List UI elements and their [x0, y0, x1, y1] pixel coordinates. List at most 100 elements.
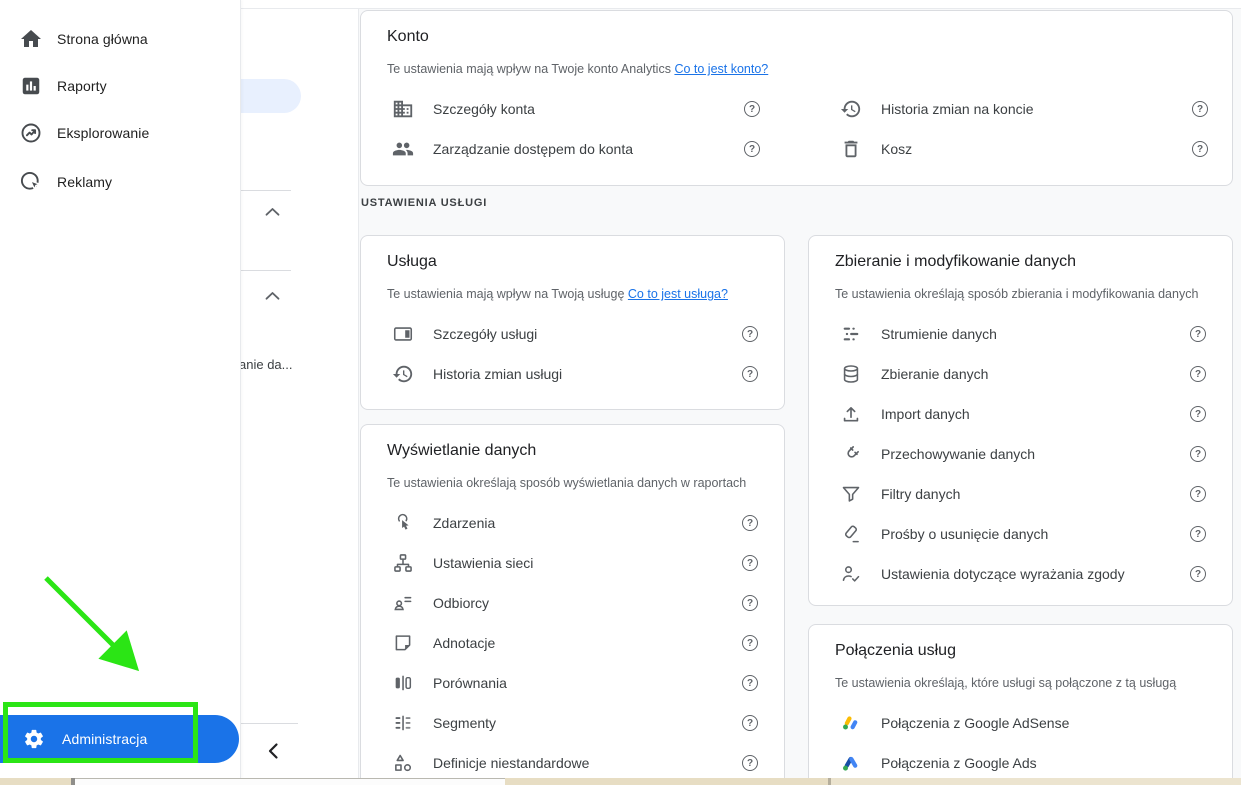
help-icon[interactable]: ?: [742, 555, 758, 571]
streams-icon: [839, 322, 863, 346]
row-label: Porównania: [433, 675, 507, 691]
row-data-filters[interactable]: Filtry danych ?: [809, 474, 1232, 514]
reports-icon: [19, 74, 43, 98]
row-account-details[interactable]: Szczegóły konta ?: [361, 89, 786, 129]
product-links-rows: Połączenia z Google AdSense Połączenia z…: [809, 703, 1232, 778]
help-icon[interactable]: ?: [744, 141, 760, 157]
note-icon: [391, 631, 415, 655]
ads-icon: [19, 170, 43, 194]
row-property-details[interactable]: Szczegóły usługi ?: [361, 314, 784, 354]
card-title: Zbieranie i modyfikowanie danych: [835, 253, 1077, 270]
sidebar-item-home[interactable]: Strona główna: [0, 16, 240, 62]
help-icon[interactable]: ?: [1190, 526, 1206, 542]
help-icon[interactable]: ?: [1190, 486, 1206, 502]
truncated-nav-item[interactable]: anie da...: [239, 357, 293, 372]
card-subtitle: Te ustawienia mają wpływ na Twoje konto …: [387, 61, 1206, 77]
help-icon[interactable]: ?: [742, 755, 758, 771]
chevron-left-icon[interactable]: [267, 742, 279, 760]
help-icon[interactable]: ?: [1192, 141, 1208, 157]
row-comparisons[interactable]: Porównania ?: [361, 663, 784, 703]
help-icon[interactable]: ?: [742, 635, 758, 651]
background-window-strip: [0, 778, 1241, 785]
help-icon[interactable]: ?: [742, 515, 758, 531]
row-google-ads-links[interactable]: Połączenia z Google Ads: [809, 743, 1232, 778]
admin-button[interactable]: Administracja: [0, 715, 239, 763]
help-icon[interactable]: ?: [742, 595, 758, 611]
row-custom-definitions[interactable]: Definicje niestandardowe ?: [361, 743, 784, 778]
admin-button-label: Administracja: [62, 731, 148, 747]
admin-nav-selected-highlight[interactable]: [240, 79, 301, 113]
property-card: Usługa Te ustawienia mają wpływ na Twoją…: [360, 235, 785, 410]
help-icon[interactable]: ?: [1190, 366, 1206, 382]
row-label: Adnotacje: [433, 635, 496, 651]
panel-divider: [358, 9, 359, 778]
help-icon[interactable]: ?: [1190, 326, 1206, 342]
help-icon[interactable]: ?: [742, 366, 758, 382]
strip-segment: [75, 778, 505, 785]
gear-icon: [22, 727, 46, 751]
divider: [240, 270, 291, 271]
row-data-streams[interactable]: Strumienie danych ?: [809, 314, 1232, 354]
row-account-access[interactable]: Zarządzanie dostępem do konta ?: [361, 129, 786, 169]
row-consent-settings[interactable]: Ustawienia dotyczące wyrażania zgody ?: [809, 554, 1232, 594]
row-trash[interactable]: Kosz ?: [809, 129, 1234, 169]
row-label: Przechowywanie danych: [881, 446, 1036, 462]
header-divider: [240, 8, 1241, 9]
account-card-columns: Szczegóły konta ? Zarządzanie dostępem d…: [361, 89, 1232, 169]
row-property-change-history[interactable]: Historia zmian usługi ?: [361, 354, 784, 394]
help-icon[interactable]: ?: [1190, 446, 1206, 462]
row-events[interactable]: Zdarzenia ?: [361, 503, 784, 543]
shapes-icon: [391, 751, 415, 775]
sidebar-item-explore[interactable]: Eksplorowanie: [0, 110, 240, 156]
property-card-rows: Szczegóły usługi ? Historia zmian usługi…: [361, 314, 784, 394]
data-display-rows: Zdarzenia ? Ustawienia sieci ? Odbiorcy …: [361, 503, 784, 778]
row-label: Prośby o usunięcie danych: [881, 526, 1049, 542]
row-adsense-links[interactable]: Połączenia z Google AdSense: [809, 703, 1232, 743]
row-segments[interactable]: Segmenty ?: [361, 703, 784, 743]
data-collection-card: Zbieranie i modyfikowanie danych Te usta…: [808, 235, 1233, 606]
row-data-import[interactable]: Import danych ?: [809, 394, 1232, 434]
row-account-change-history[interactable]: Historia zmian na koncie ?: [809, 89, 1234, 129]
sidebar-item-label: Strona główna: [57, 31, 148, 47]
what-is-property-link[interactable]: Co to jest usługa?: [628, 287, 728, 301]
help-icon[interactable]: ?: [1190, 406, 1206, 422]
row-network-settings[interactable]: Ustawienia sieci ?: [361, 543, 784, 583]
strip-segment: [831, 778, 1241, 785]
eraser-icon: [839, 522, 863, 546]
home-icon: [19, 27, 43, 51]
strip-divider: [828, 778, 831, 785]
row-label: Zbieranie danych: [881, 366, 989, 382]
help-icon[interactable]: ?: [1190, 566, 1206, 582]
retention-icon: [839, 442, 863, 466]
help-icon[interactable]: ?: [742, 715, 758, 731]
row-data-retention[interactable]: Przechowywanie danych ?: [809, 434, 1232, 474]
card-title: Usługa: [387, 253, 437, 270]
row-annotations[interactable]: Adnotacje ?: [361, 623, 784, 663]
person-check-icon: [839, 562, 863, 586]
what-is-account-link[interactable]: Co to jest konto?: [674, 62, 768, 76]
card-subtitle: Te ustawienia określają, które usługi są…: [835, 676, 1177, 690]
chevron-up-icon[interactable]: [264, 206, 281, 218]
help-icon[interactable]: ?: [1192, 101, 1208, 117]
filter-icon: [839, 482, 863, 506]
analytics-admin-page: Konto Te ustawienia mają wpływ na Twoje …: [0, 0, 1241, 778]
sidebar-item-label: Reklamy: [57, 174, 113, 190]
chevron-up-icon[interactable]: [264, 290, 281, 302]
segments-icon: [391, 711, 415, 735]
row-label: Szczegóły usługi: [433, 326, 538, 342]
sidebar-item-advertising[interactable]: Reklamy: [0, 159, 240, 205]
card-subtitle: Te ustawienia określają sposób wyświetla…: [387, 476, 747, 490]
subtitle-text: Te ustawienia mają wpływ na Twoje konto …: [387, 62, 671, 76]
trash-icon: [839, 137, 863, 161]
help-icon[interactable]: ?: [742, 675, 758, 691]
sidebar-item-reports[interactable]: Raporty: [0, 63, 240, 109]
help-icon[interactable]: ?: [742, 326, 758, 342]
row-audiences[interactable]: Odbiorcy ?: [361, 583, 784, 623]
help-icon[interactable]: ?: [744, 101, 760, 117]
explore-icon: [19, 121, 43, 145]
row-label: Ustawienia sieci: [433, 555, 534, 571]
row-data-deletion-requests[interactable]: Prośby o usunięcie danych ?: [809, 514, 1232, 554]
row-label: Historia zmian na koncie: [881, 101, 1034, 117]
row-label: Historia zmian usługi: [433, 366, 563, 382]
row-data-collection[interactable]: Zbieranie danych ?: [809, 354, 1232, 394]
